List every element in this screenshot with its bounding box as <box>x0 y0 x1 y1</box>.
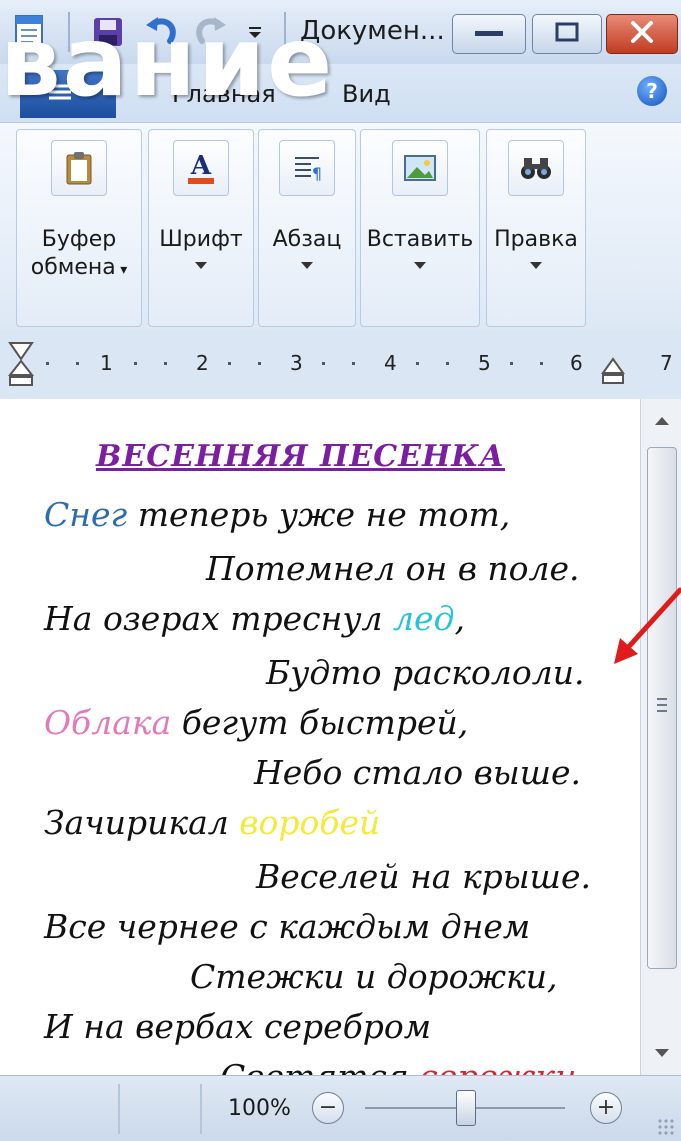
poem-line: Все чернее с каждым днем <box>44 907 531 946</box>
left-indent-marker-icon[interactable] <box>6 341 36 389</box>
ruler-tick <box>258 362 261 365</box>
chevron-down-icon <box>530 262 542 269</box>
ruler-number: 5 <box>478 351 491 375</box>
ruler-tick <box>46 362 49 365</box>
ruler-tick <box>164 362 167 365</box>
poem-line: Светятся сережки. <box>220 1057 587 1075</box>
poem-title: ВЕСЕННЯЯ ПЕСЕНКА <box>96 439 506 474</box>
poem-line: Облака бегут быстрей, <box>44 703 469 742</box>
ruler-number: 2 <box>196 351 209 375</box>
right-indent-marker-icon[interactable] <box>600 355 626 389</box>
grip-line <box>657 704 667 706</box>
ribbon-group-clipboard[interactable]: Буфер обмена ▾ <box>16 129 142 327</box>
plus-icon: + <box>596 1095 616 1120</box>
minus-icon: − <box>318 1095 338 1120</box>
vertical-scrollbar[interactable] <box>640 399 681 1075</box>
ribbon-group-label: Шрифт <box>159 227 243 252</box>
maximize-button[interactable] <box>532 14 602 54</box>
close-icon <box>629 20 655 48</box>
chevron-down-icon <box>301 262 313 269</box>
ruler-number: 7 <box>660 351 673 375</box>
ribbon-group-label: Вставить <box>366 227 474 252</box>
scroll-down-arrow-icon[interactable] <box>655 1049 669 1057</box>
zoom-out-button[interactable]: − <box>312 1092 344 1124</box>
help-icon[interactable]: ? <box>637 76 667 106</box>
ruler-number: 4 <box>384 351 397 375</box>
wordpad-window: Докумен... Главная Вид ? Буфер обмена ▾ <box>0 0 681 1141</box>
ribbon-group-label: Абзац <box>272 227 342 252</box>
chevron-down-icon <box>195 262 207 269</box>
poem-line: Будто раскололи. <box>266 653 585 692</box>
tab-view[interactable]: Вид <box>342 80 391 108</box>
picture-icon <box>392 140 448 196</box>
svg-text:¶: ¶ <box>312 164 322 183</box>
ruler-tick <box>322 362 325 365</box>
ruler-number: 6 <box>570 351 583 375</box>
poem-line: Небо стало выше. <box>254 753 581 792</box>
ruler-tick <box>540 362 543 365</box>
poem-line: Потемнел он в поле. <box>206 549 580 588</box>
ruler-number: 3 <box>290 351 303 375</box>
ruler[interactable]: 1 2 3 4 5 6 7 <box>0 331 681 400</box>
ribbon-group-paragraph[interactable]: ¶ Абзац <box>258 129 356 327</box>
poem-line: На озерах треснул лед, <box>44 599 466 638</box>
clipboard-icon <box>51 140 107 196</box>
minimize-icon <box>471 23 507 45</box>
poem-line: Зачирикал воробей <box>44 803 381 842</box>
find-binoculars-icon <box>508 140 564 196</box>
ruler-tick <box>134 362 137 365</box>
zoom-level: 100% <box>228 1096 291 1121</box>
ribbon-group-insert[interactable]: Вставить <box>360 129 480 327</box>
status-separator <box>118 1084 120 1134</box>
ruler-tick <box>352 362 355 365</box>
zoom-in-button[interactable]: + <box>590 1092 622 1124</box>
grip-line <box>657 710 667 712</box>
poem-line: И на вербах серебром <box>44 1007 432 1046</box>
ruler-tick <box>510 362 513 365</box>
ribbon-group-font[interactable]: A Шрифт <box>148 129 254 327</box>
svg-text:A: A <box>190 151 212 181</box>
grip-line <box>657 698 667 700</box>
overlay-title: вание <box>0 6 335 118</box>
status-bar: 100% − + <box>0 1075 681 1141</box>
zoom-slider-thumb[interactable] <box>456 1090 476 1126</box>
ribbon: Буфер обмена ▾ A Шрифт ¶ Абзац Вставить <box>0 122 681 332</box>
poem-line: Стежки и дорожки, <box>190 957 558 996</box>
poem-line: Веселей на крыше. <box>256 857 591 896</box>
maximize-icon <box>554 21 580 47</box>
ribbon-group-editing[interactable]: Правка <box>486 129 586 327</box>
font-color-icon: A <box>173 140 229 196</box>
scrollbar-thumb[interactable] <box>647 447 677 969</box>
ribbon-group-label: Правка <box>494 227 578 252</box>
paragraph-icon: ¶ <box>279 140 335 196</box>
ruler-tick <box>228 362 231 365</box>
ribbon-group-label: Буфер обмена ▾ <box>30 227 128 280</box>
poem-line: Снег теперь уже не тот, <box>44 495 511 534</box>
ruler-tick <box>76 362 79 365</box>
ruler-tick <box>446 362 449 365</box>
chevron-down-icon <box>414 262 426 269</box>
status-separator <box>200 1084 202 1134</box>
scroll-up-arrow-icon[interactable] <box>655 417 669 425</box>
ruler-tick <box>416 362 419 365</box>
red-arrow-icon <box>614 587 681 664</box>
resize-grip[interactable] <box>657 1118 675 1136</box>
minimize-button[interactable] <box>452 14 526 54</box>
close-button[interactable] <box>606 14 678 54</box>
ruler-number: 1 <box>100 351 113 375</box>
document-canvas[interactable]: ВЕСЕННЯЯ ПЕСЕНКА Снег теперь уже не тот,… <box>0 399 640 1075</box>
